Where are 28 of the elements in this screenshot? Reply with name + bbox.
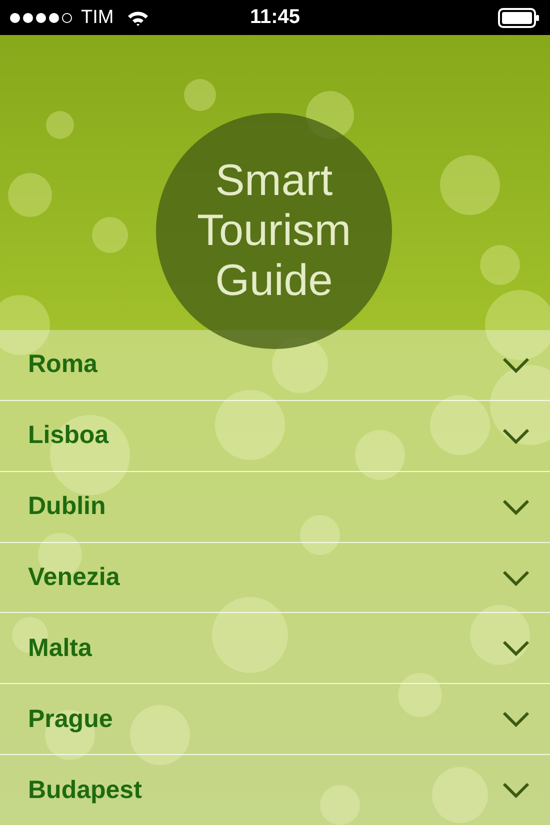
app-title: Guide xyxy=(215,256,333,306)
city-name: Prague xyxy=(28,704,113,734)
chevron-down-icon xyxy=(502,640,530,656)
city-row[interactable]: Malta xyxy=(0,613,550,684)
app-title: Tourism xyxy=(196,206,352,256)
city-row[interactable]: Prague xyxy=(0,684,550,756)
chevron-down-icon xyxy=(502,428,530,444)
battery-icon xyxy=(498,8,540,28)
chevron-down-icon xyxy=(502,782,530,798)
clock: 11:45 xyxy=(248,6,302,29)
city-row[interactable]: Dublin xyxy=(0,472,550,543)
chevron-down-icon xyxy=(502,570,530,586)
carrier-name: TIM xyxy=(81,6,114,28)
city-row[interactable]: Venezia xyxy=(0,542,550,614)
city-name: Venezia xyxy=(28,563,120,592)
city-name: Lisboa xyxy=(28,421,109,450)
city-row[interactable]: Lisboa xyxy=(0,400,550,472)
city-name: Roma xyxy=(28,350,98,380)
chevron-down-icon xyxy=(502,498,530,515)
city-name: Budapest xyxy=(28,776,142,805)
chevron-down-icon xyxy=(502,356,530,373)
city-row[interactable]: Budapest xyxy=(0,755,550,825)
city-row[interactable]: Roma xyxy=(0,330,550,401)
city-name: Malta xyxy=(28,634,92,663)
chevron-down-icon xyxy=(502,711,530,728)
city-name: Dublin xyxy=(28,492,106,522)
app-title: Smart xyxy=(215,156,333,206)
wifi-icon xyxy=(126,10,149,26)
